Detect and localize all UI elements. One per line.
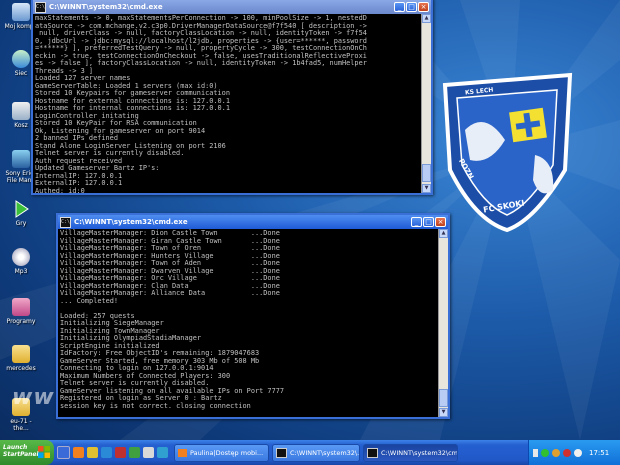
desktop-icon-mp3[interactable]: Mp3 [2, 248, 40, 275]
firefox-icon[interactable] [73, 447, 84, 458]
scroll-down-arrow[interactable]: ▼ [439, 408, 448, 417]
app-tray-icon[interactable] [574, 448, 582, 457]
scroll-up-arrow[interactable]: ▲ [422, 14, 431, 23]
console-output[interactable]: maxStatements -> 0, maxStatementsPerConn… [33, 14, 422, 195]
computer-icon [12, 3, 30, 21]
clock: 17:51 [589, 448, 610, 457]
task-label: C:\WINNT\system32\cm... [381, 448, 458, 457]
scroll-thumb[interactable] [439, 389, 448, 407]
folder-icon [12, 345, 30, 363]
desktop-icon-programs[interactable]: Programy [2, 298, 40, 325]
vertical-scrollbar[interactable]: ▲ ▼ [421, 14, 431, 193]
cd-icon [12, 248, 30, 266]
skype-icon[interactable] [157, 447, 168, 458]
cmd-icon: C:\ [35, 1, 46, 13]
scroll-down-arrow[interactable]: ▼ [422, 184, 431, 193]
task-button-cmd-1[interactable]: C:\WINNT\system32\... [272, 443, 360, 462]
minimize-button[interactable]: _ [411, 217, 422, 227]
start-button[interactable]: Launch StartPanel [0, 440, 54, 465]
task-label: Paulina|Dostęp mobi... [190, 448, 264, 457]
taskbar: Launch StartPanel Paulina|Dostęp mobi...… [0, 440, 620, 465]
console-line: ... Completed! [60, 296, 119, 305]
cmd-icon [367, 447, 378, 458]
task-label: C:\WINNT\system32\... [290, 448, 360, 457]
programs-icon [12, 298, 30, 316]
network-icon [12, 50, 30, 68]
maximize-button[interactable]: □ [423, 217, 434, 227]
maximize-button[interactable]: □ [406, 2, 417, 12]
cmd-icon: C:\ [60, 216, 71, 228]
close-button[interactable]: × [418, 2, 429, 12]
volume-tray-icon[interactable] [552, 448, 560, 457]
minimize-button[interactable]: _ [394, 2, 405, 12]
task-button-cmd-2[interactable]: C:\WINNT\system32\cm... [363, 443, 458, 462]
console-window-login[interactable]: C:\ C:\WINNT\system32\cmd.exe _ □ × maxS… [31, 0, 433, 195]
console-line: Authed: id:0 [35, 186, 85, 195]
windows-flag-icon [38, 446, 50, 458]
window-title: C:\WINNT\system32\cmd.exe [74, 218, 188, 226]
antivirus-tray-icon[interactable] [563, 448, 571, 457]
system-tray: 17:51 [528, 440, 620, 465]
console-window-gameserver[interactable]: C:\ C:\WINNT\system32\cmd.exe _ □ × Vill… [56, 213, 450, 419]
window-titlebar[interactable]: C:\ C:\WINNT\system32\cmd.exe _ □ × [58, 215, 448, 229]
scroll-thumb[interactable] [422, 164, 431, 182]
vertical-scrollbar[interactable]: ▲ ▼ [438, 229, 448, 417]
console-line: ExternalIP: 127.0.0.1 [35, 179, 123, 187]
app-icon[interactable] [143, 447, 154, 458]
window-titlebar[interactable]: C:\ C:\WINNT\system32\cmd.exe _ □ × [33, 0, 431, 14]
console-output[interactable]: VillageMasterManager: Dion Castle Town .… [58, 229, 439, 419]
close-button[interactable]: × [435, 217, 446, 227]
scroll-up-arrow[interactable]: ▲ [439, 229, 448, 238]
console-line: session key is not correct. closing conn… [60, 401, 251, 410]
ie-icon[interactable] [101, 447, 112, 458]
desktop-icon-mercedes[interactable]: mercedes [2, 345, 40, 372]
window-title: C:\WINNT\system32\cmd.exe [49, 3, 163, 11]
task-button-browser[interactable]: Paulina|Dostęp mobi... [174, 443, 269, 462]
club-crest: KS LECH POZN FC SKOKI [435, 70, 580, 235]
cmd-icon [276, 447, 287, 458]
network-tray-icon[interactable] [541, 448, 549, 457]
quick-launch [57, 446, 171, 459]
recycle-bin-icon [12, 102, 30, 120]
folder-icon[interactable] [87, 447, 98, 458]
browser-icon [178, 448, 187, 457]
desktop-icon-games[interactable]: Gry [2, 200, 40, 227]
messenger-icon[interactable] [129, 447, 140, 458]
media-icon[interactable] [115, 447, 126, 458]
games-arrow-icon [12, 200, 30, 218]
show-desktop-icon[interactable] [57, 446, 70, 459]
tray-arrow-icon[interactable] [533, 448, 538, 457]
phone-manager-icon [12, 150, 30, 168]
